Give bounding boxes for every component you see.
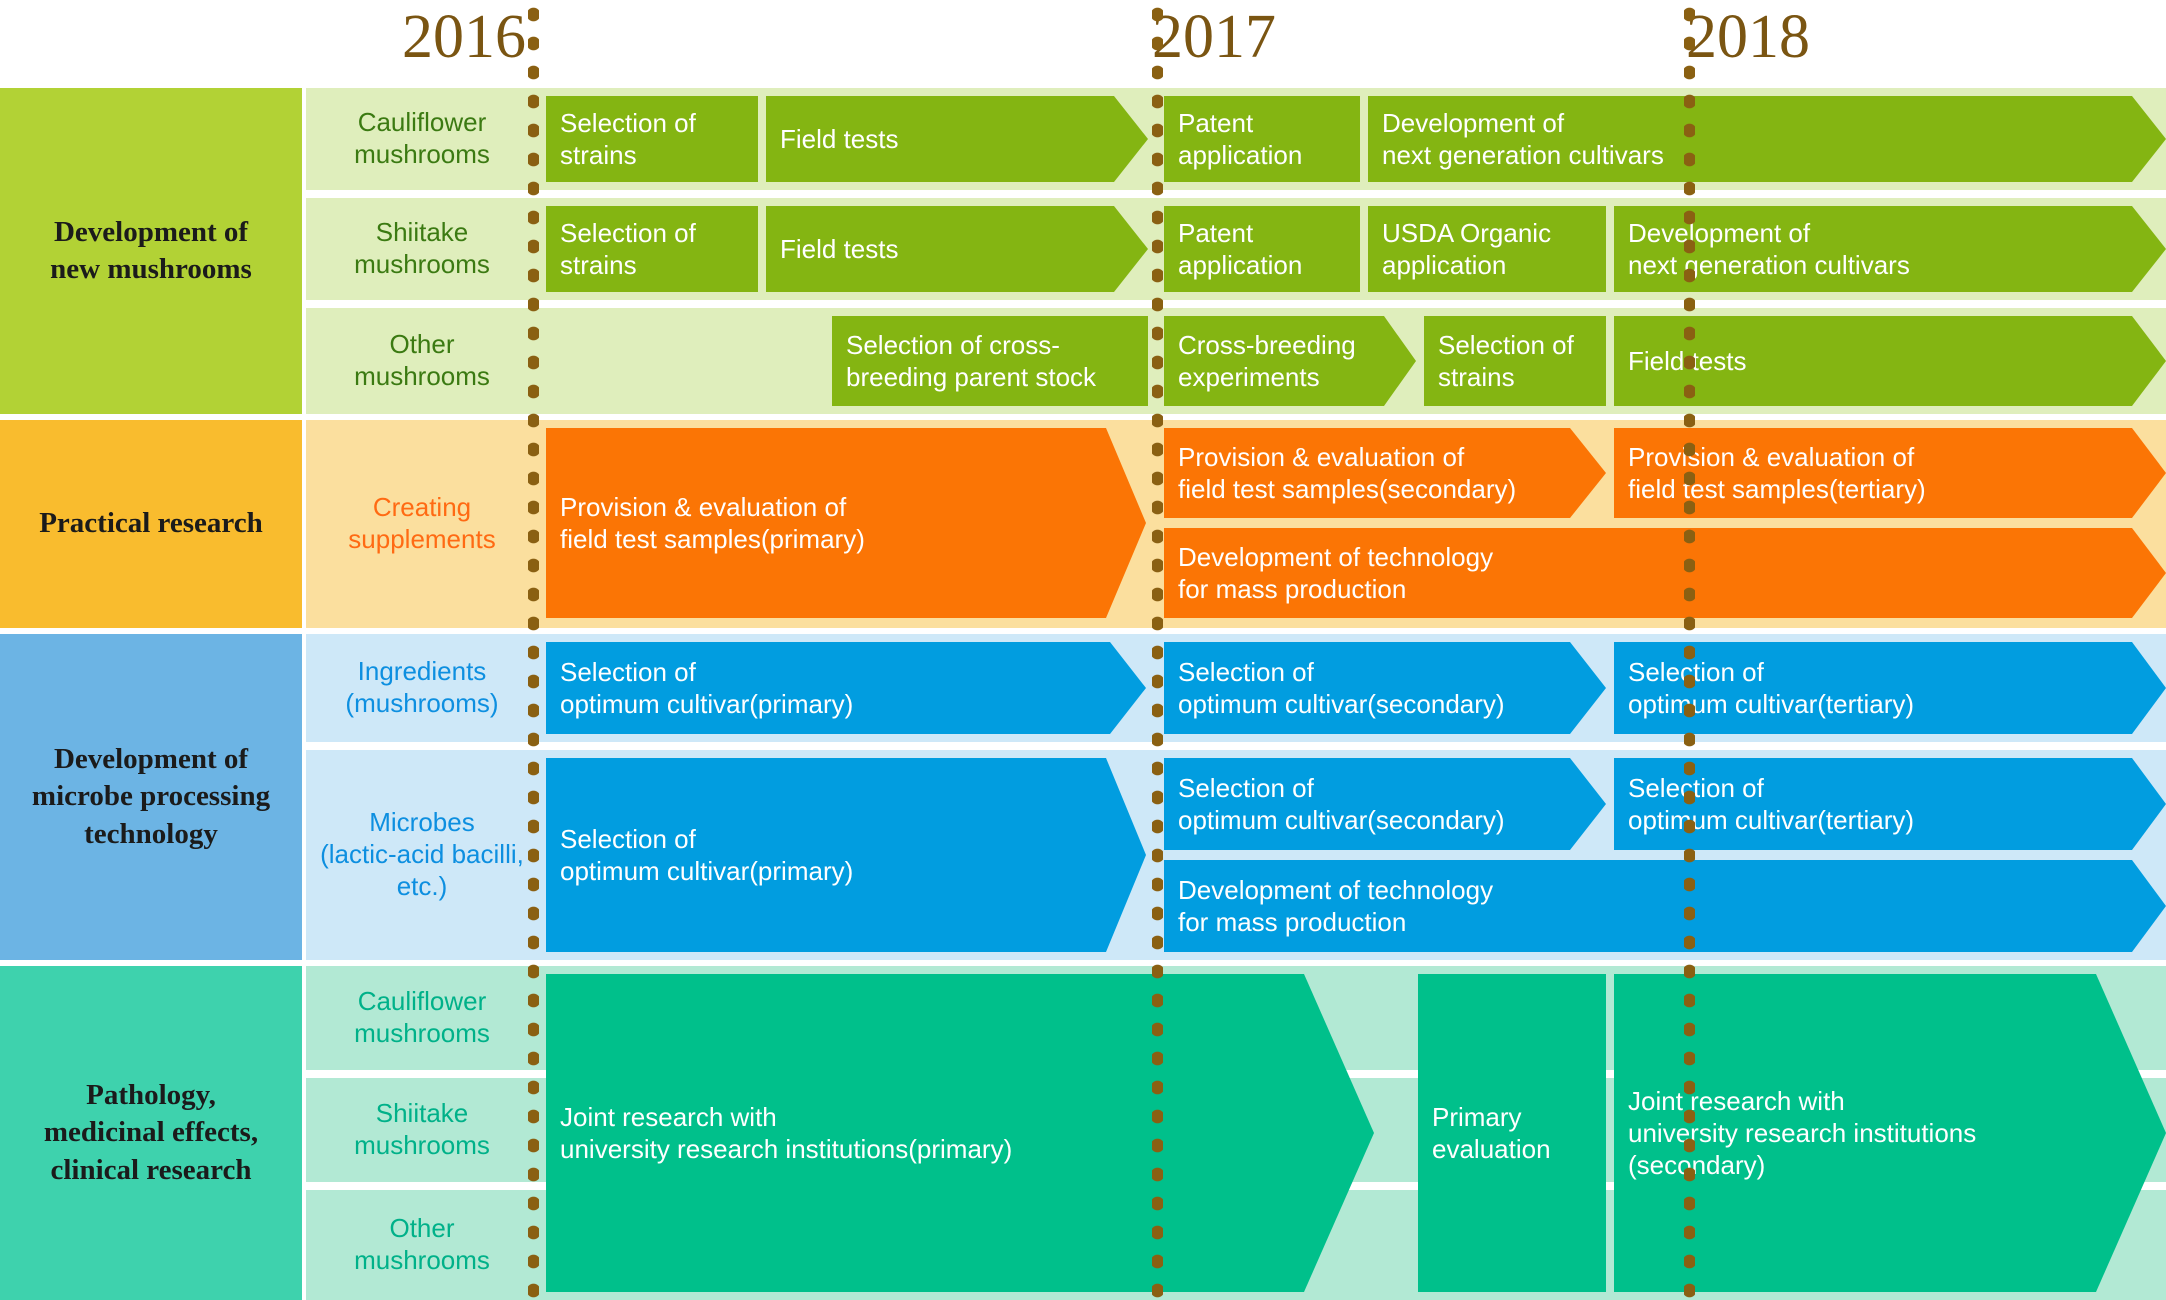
year-label-2016: 2016 bbox=[402, 3, 526, 71]
roadmap-diagram: 2016 2017 2018 Development of new mushro… bbox=[0, 0, 2166, 1300]
sublabel-column-band4: Cauliflower mushrooms Shiitake mushrooms… bbox=[306, 966, 538, 1300]
lane-area-band4: Joint research with university research … bbox=[538, 966, 2166, 1300]
sublabel-column-band1: Cauliflower mushrooms Shiitake mushrooms… bbox=[306, 88, 538, 414]
sublabel-shiitake-mushrooms: Shiitake mushrooms bbox=[306, 198, 538, 300]
task-bar[interactable]: Provision & evaluation of field test sam… bbox=[546, 428, 1146, 618]
band-practical-research: Practical research Creating supplements … bbox=[0, 420, 2166, 628]
task-bar[interactable]: Field tests bbox=[766, 206, 1148, 292]
task-bar[interactable]: Selection of optimum cultivar(secondary) bbox=[1164, 758, 1606, 850]
task-bar[interactable]: Primary evaluation bbox=[1418, 974, 1606, 1292]
task-bar[interactable]: Development of next generation cultivars bbox=[1368, 96, 2166, 182]
task-bar[interactable]: USDA Organic application bbox=[1368, 206, 1606, 292]
task-bar[interactable]: Selection of optimum cultivar(secondary) bbox=[1164, 642, 1606, 734]
task-bar[interactable]: Development of technology for mass produ… bbox=[1164, 528, 2166, 618]
task-bar[interactable]: Field tests bbox=[1614, 316, 2166, 406]
sublabel-microbes-lactic-acid-bacilli: Microbes (lactic-acid bacilli, etc.) bbox=[306, 750, 538, 960]
lane-area-band2: Provision & evaluation of field test sam… bbox=[538, 420, 2166, 628]
sublabel-other-mushrooms-pathology: Other mushrooms bbox=[306, 1190, 538, 1300]
sublabel-cauliflower-mushrooms: Cauliflower mushrooms bbox=[306, 88, 538, 190]
task-bar[interactable]: Selection of strains bbox=[546, 206, 758, 292]
category-label-practical-research: Practical research bbox=[0, 420, 302, 628]
lane-area-band1: Selection of strains Field tests Patent … bbox=[538, 88, 2166, 414]
band-pathology-clinical-research: Pathology, medicinal effects, clinical r… bbox=[0, 966, 2166, 1300]
sublabel-column-band2: Creating supplements bbox=[306, 420, 538, 628]
task-bar[interactable]: Provision & evaluation of field test sam… bbox=[1164, 428, 1606, 518]
year-label-2017: 2017 bbox=[1152, 3, 1276, 71]
sublabel-cauliflower-mushrooms-pathology: Cauliflower mushrooms bbox=[306, 966, 538, 1070]
category-label-pathology: Pathology, medicinal effects, clinical r… bbox=[0, 966, 302, 1300]
task-bar[interactable]: Cross-breeding experiments bbox=[1164, 316, 1416, 406]
task-bar[interactable]: Provision & evaluation of field test sam… bbox=[1614, 428, 2166, 518]
lane-area-band3: Selection of optimum cultivar(primary) S… bbox=[538, 634, 2166, 960]
sublabel-column-band3: Ingredients (mushrooms) Microbes (lactic… bbox=[306, 634, 538, 960]
band-development-of-new-mushrooms: Development of new mushrooms Cauliflower… bbox=[0, 88, 2166, 414]
band-microbe-processing-technology: Development of microbe processing techno… bbox=[0, 634, 2166, 960]
task-bar[interactable]: Joint research with university research … bbox=[1614, 974, 2166, 1292]
sublabel-other-mushrooms: Other mushrooms bbox=[306, 308, 538, 414]
year-label-2018: 2018 bbox=[1686, 3, 1810, 71]
task-bar[interactable]: Selection of optimum cultivar(primary) bbox=[546, 758, 1146, 952]
task-bar[interactable]: Joint research with university research … bbox=[546, 974, 1374, 1292]
sublabel-creating-supplements: Creating supplements bbox=[306, 420, 538, 628]
timeline-year-header: 2016 2017 2018 bbox=[0, 0, 2166, 86]
task-bar[interactable]: Selection of optimum cultivar(tertiary) bbox=[1614, 642, 2166, 734]
task-bar[interactable]: Development of technology for mass produ… bbox=[1164, 860, 2166, 952]
task-bar[interactable]: Selection of optimum cultivar(primary) bbox=[546, 642, 1146, 734]
sublabel-ingredients-mushrooms: Ingredients (mushrooms) bbox=[306, 634, 538, 742]
task-bar[interactable]: Selection of strains bbox=[546, 96, 758, 182]
task-bar[interactable]: Selection of optimum cultivar(tertiary) bbox=[1614, 758, 2166, 850]
task-bar[interactable]: Selection of strains bbox=[1424, 316, 1606, 406]
task-bar[interactable]: Field tests bbox=[766, 96, 1148, 182]
sublabel-shiitake-mushrooms-pathology: Shiitake mushrooms bbox=[306, 1078, 538, 1182]
task-bar[interactable]: Development of next generation cultivars bbox=[1614, 206, 2166, 292]
task-bar[interactable]: Patent application bbox=[1164, 206, 1360, 292]
category-label-new-mushrooms: Development of new mushrooms bbox=[0, 88, 302, 414]
category-label-microbe-processing: Development of microbe processing techno… bbox=[0, 634, 302, 960]
task-bar[interactable]: Selection of cross- breeding parent stoc… bbox=[832, 316, 1148, 406]
task-bar[interactable]: Patent application bbox=[1164, 96, 1360, 182]
